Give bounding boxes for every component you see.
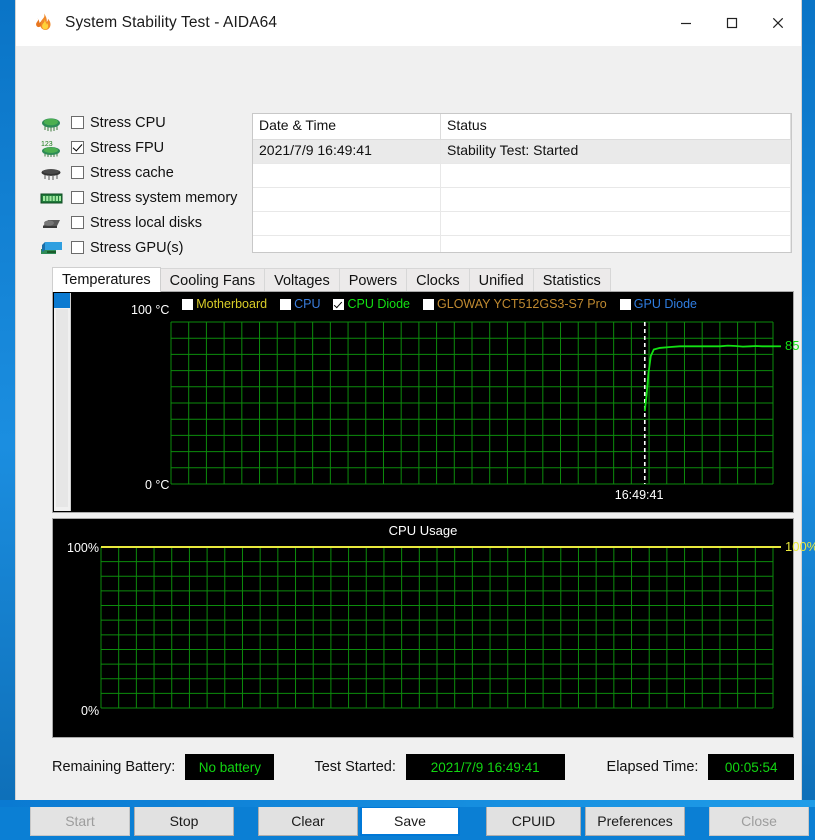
memory-module-icon (40, 189, 64, 207)
preferences-button[interactable]: Preferences (585, 806, 685, 836)
cell-datetime (253, 212, 441, 235)
window-controls (663, 0, 801, 46)
table-row-empty[interactable] (253, 212, 791, 236)
stress-checkbox[interactable] (71, 116, 84, 129)
stress-option-row[interactable]: Stress GPU(s) (40, 235, 245, 260)
test-started-label: Test Started: (314, 759, 395, 775)
column-header-status[interactable]: Status (441, 114, 791, 139)
cell-datetime (253, 236, 441, 253)
cell-status (441, 236, 791, 253)
title-bar: System Stability Test - AIDA64 (16, 0, 801, 46)
cache-chip-icon (40, 164, 64, 182)
battery-value: No battery (185, 754, 274, 780)
stress-checkbox[interactable] (71, 241, 84, 254)
close-button: Close (709, 806, 809, 836)
cell-status (441, 164, 791, 187)
tab-temperatures[interactable]: Temperatures (52, 267, 161, 292)
stress-options-list: Stress CPU 123 Stress FPU Stress cache Stres… (40, 110, 245, 260)
close-button[interactable] (755, 0, 801, 46)
stress-option-label: Stress system memory (90, 190, 237, 206)
cell-status (441, 212, 791, 235)
svg-text:123: 123 (41, 141, 53, 148)
temp-current-value: 85 (785, 338, 799, 353)
test-started-value: 2021/7/9 16:49:41 (406, 754, 565, 780)
scrollbar-thumb[interactable] (54, 293, 70, 308)
stress-option-label: Stress CPU (90, 115, 166, 131)
temperature-chart-panel: MotherboardCPUCPU DiodeGLOWAY YCT512GS3-… (52, 291, 794, 513)
cpu-chip-icon (40, 114, 64, 132)
table-header: Date & Time Status (253, 114, 791, 140)
temp-marker-time-label: 16:49:41 (615, 488, 664, 502)
cell-datetime: 2021/7/9 16:49:41 (253, 140, 441, 163)
client-area: Stress CPU 123 Stress FPU Stress cache Stres… (16, 46, 801, 800)
table-row[interactable]: 2021/7/9 16:49:41Stability Test: Started (253, 140, 791, 164)
tab-cooling-fans[interactable]: Cooling Fans (160, 268, 265, 292)
table-row-empty[interactable] (253, 236, 791, 253)
tab-voltages[interactable]: Voltages (264, 268, 340, 292)
hard-disk-icon (40, 214, 64, 232)
usage-current-value: 100% (785, 539, 815, 554)
status-row: Remaining Battery: No battery Test Start… (52, 752, 794, 782)
temperature-plot (53, 292, 795, 514)
tab-powers[interactable]: Powers (339, 268, 407, 292)
elapsed-time-value: 00:05:54 (708, 754, 794, 780)
battery-label: Remaining Battery: (52, 759, 175, 775)
start-button: Start (30, 806, 130, 836)
button-bar: StartStopClearSaveCPUIDPreferencesClose (16, 806, 801, 840)
tab-unified[interactable]: Unified (469, 268, 534, 292)
event-log-table[interactable]: Date & Time Status 2021/7/9 16:49:41Stab… (252, 113, 792, 253)
stability-test-window: System Stability Test - AIDA64 Stress CP… (15, 0, 802, 801)
cpu-usage-chart-panel: CPU Usage 100% 0% 100% (52, 518, 794, 738)
stress-checkbox[interactable] (71, 216, 84, 229)
stress-option-row[interactable]: Stress cache (40, 160, 245, 185)
stress-option-label: Stress FPU (90, 140, 164, 156)
cpu-usage-plot (53, 519, 795, 739)
stop-button[interactable]: Stop (134, 806, 234, 836)
taskbar (0, 800, 815, 807)
fpu-chip-icon: 123 (40, 139, 64, 157)
cell-datetime (253, 188, 441, 211)
cell-datetime (253, 164, 441, 187)
clear-button[interactable]: Clear (258, 806, 358, 836)
stress-option-row[interactable]: Stress CPU (40, 110, 245, 135)
stress-checkbox[interactable] (71, 191, 84, 204)
stress-option-row[interactable]: Stress local disks (40, 210, 245, 235)
tab-statistics[interactable]: Statistics (533, 268, 611, 292)
window-title: System Stability Test - AIDA64 (65, 14, 277, 32)
table-row-empty[interactable] (253, 164, 791, 188)
stress-option-label: Stress cache (90, 165, 174, 181)
cell-status: Stability Test: Started (441, 140, 791, 163)
cpuid-button[interactable]: CPUID (486, 806, 581, 836)
table-row-empty[interactable] (253, 188, 791, 212)
save-button[interactable]: Save (360, 806, 460, 836)
stress-option-row[interactable]: 123 Stress FPU (40, 135, 245, 160)
column-header-datetime[interactable]: Date & Time (253, 114, 441, 139)
stress-option-label: Stress local disks (90, 215, 202, 231)
scrollbar-track[interactable] (56, 309, 68, 507)
stress-option-row[interactable]: Stress system memory (40, 185, 245, 210)
minimize-button[interactable] (663, 0, 709, 46)
table-body: 2021/7/9 16:49:41Stability Test: Started (253, 140, 791, 253)
sensor-tabs: TemperaturesCooling FansVoltagesPowersCl… (52, 267, 792, 292)
elapsed-time-label: Elapsed Time: (607, 759, 699, 775)
gpu-card-icon (40, 239, 64, 257)
maximize-button[interactable] (709, 0, 755, 46)
cell-status (441, 188, 791, 211)
stress-checkbox[interactable] (71, 141, 84, 154)
stress-option-label: Stress GPU(s) (90, 240, 183, 256)
flame-icon (33, 12, 55, 34)
stress-checkbox[interactable] (71, 166, 84, 179)
chart-scrollbar[interactable] (54, 293, 71, 511)
tab-clocks[interactable]: Clocks (406, 268, 470, 292)
